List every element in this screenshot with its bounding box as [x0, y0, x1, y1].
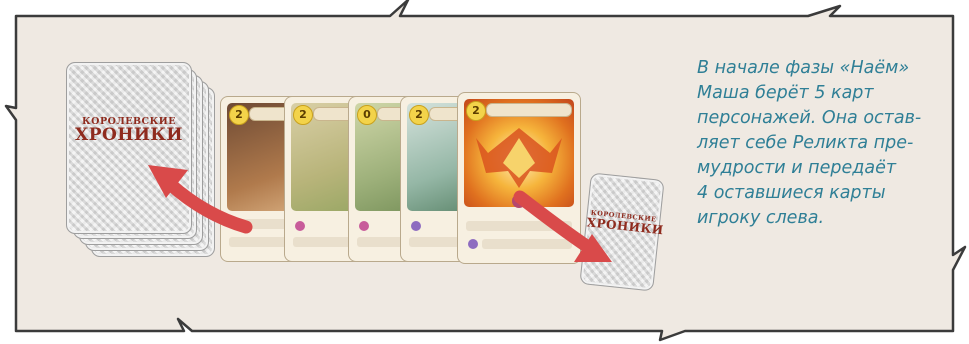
passed-card-logo: КОРОЛЕВСКИЕ ХРОНИКИ	[586, 209, 664, 237]
card-gem-icon	[295, 221, 305, 231]
caption-line: В начале фазы «Наём»	[697, 58, 910, 78]
card-gem-icon	[411, 221, 421, 231]
card-name-banner	[486, 103, 572, 117]
card-cost-badge: 0	[357, 105, 377, 125]
card-gem-icon	[359, 221, 369, 231]
passed-card-back: КОРОЛЕВСКИЕ ХРОНИКИ	[579, 172, 665, 292]
card-cost-badge: 2	[466, 101, 486, 121]
relic-of-wisdom-card: 2	[457, 92, 581, 264]
deck-top-card: КОРОЛЕВСКИЕ ХРОНИКИ	[66, 62, 192, 234]
caption-line: мудрости и передаёт	[697, 158, 897, 178]
card-cost-badge: 2	[409, 105, 429, 125]
card-rule-line	[466, 221, 572, 231]
caption: В начале фазы «Наём» Маша берёт 5 карт п…	[697, 56, 957, 231]
card-cost-badge: 2	[229, 105, 249, 125]
caption-line: ляет себе Реликта пре-	[697, 133, 914, 153]
card-rule-line	[482, 239, 572, 249]
card-cost-badge: 2	[293, 105, 313, 125]
caption-line: 4 оставшиеся карты	[697, 183, 886, 203]
deck-logo: КОРОЛЕВСКИЕ ХРОНИКИ	[67, 117, 191, 145]
caption-line: игроку слева.	[697, 208, 825, 228]
caption-line: Маша берёт 5 карт	[697, 83, 874, 103]
card-gem-icon	[468, 239, 478, 249]
caption-line: персонажей. Она остав-	[697, 108, 922, 128]
deck-title-line2: ХРОНИКИ	[75, 124, 183, 145]
illustration-stage: КОРОЛЕВСКИЕ ХРОНИКИ 2 2 0 2 2 КОРОЛЕВСКИ…	[0, 0, 969, 344]
